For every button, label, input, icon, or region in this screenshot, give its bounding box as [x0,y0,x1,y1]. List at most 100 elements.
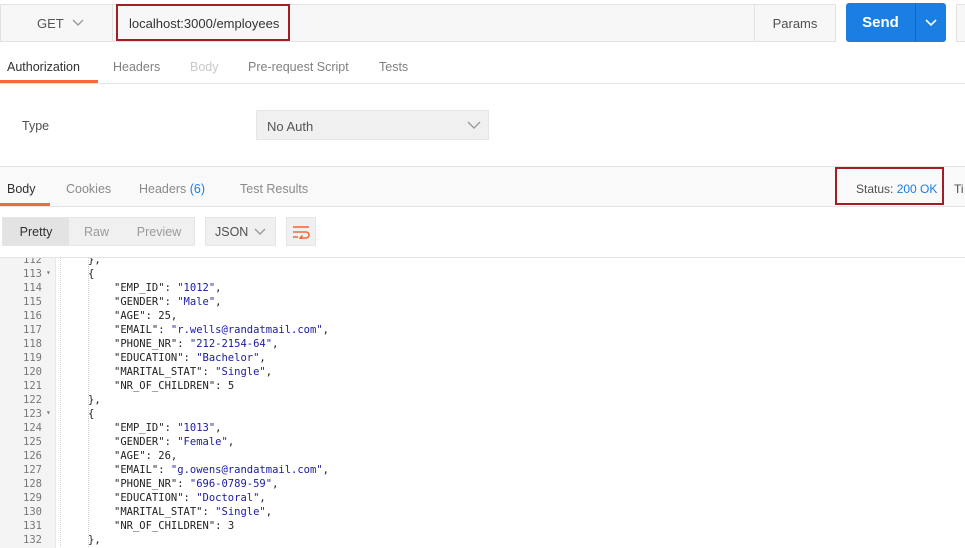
json-key: "EMAIL" [114,324,159,336]
format-value: JSON [215,225,249,239]
auth-type-value: No Auth [267,119,314,134]
tab-response-headers[interactable]: Headers (6) [139,182,205,196]
code-line: 117 "EMAIL": "r.wells@randatmail.com", [0,324,965,338]
code-text: "NR_OF_CHILDREN": 3 [114,520,234,532]
json-key: "EMP_ID" [114,282,165,294]
method-select[interactable]: GET [0,4,112,42]
json-key: "PHONE_NR" [114,338,178,350]
json-string: "r.wells@randatmail.com" [170,324,323,336]
code-text: }, [88,394,101,406]
json-punctuation: , [215,422,222,434]
code-line: 127 "EMAIL": "g.owens@randatmail.com", [0,464,965,478]
tab-test-results[interactable]: Test Results [240,182,308,196]
json-punctuation: }, [88,534,101,546]
json-punctuation: : [158,324,171,336]
code-text: "AGE": 26, [114,450,177,462]
save-button-edge[interactable] [956,4,965,42]
json-punctuation: : [183,352,197,364]
code-line: 124 "EMP_ID": "1013", [0,422,965,436]
code-text: "EDUCATION": "Bachelor", [114,352,266,364]
json-string: "212-2154-64" [189,338,273,350]
request-tabs: Authorization Headers Body Pre-request S… [0,48,965,84]
json-punctuation: , [265,506,273,518]
params-button[interactable]: Params [754,4,836,42]
json-punctuation: , [272,338,279,350]
fold-toggle-icon[interactable]: ▾ [46,408,51,417]
code-line: 132}, [0,534,965,548]
view-controls: Pretty Raw Preview JSON [0,207,965,257]
tab-tests[interactable]: Tests [379,60,408,74]
view-mode-pretty[interactable]: Pretty [3,218,69,245]
tab-cookies[interactable]: Cookies [66,182,111,196]
request-bar: GET localhost:3000/employees Params Send [0,0,965,48]
view-mode-preview[interactable]: Preview [124,218,194,245]
json-punctuation: , [322,464,329,476]
code-text: "MARITAL_STAT": "Single", [114,506,272,518]
json-key: "GENDER" [114,296,165,308]
json-key: "MARITAL_STAT" [114,506,203,518]
code-line: 129 "EDUCATION": "Doctoral", [0,492,965,506]
line-number: 126 [23,450,42,462]
line-number: 129 [23,492,42,504]
json-punctuation: : [202,506,216,518]
code-line: 123 ▾ { [0,408,965,422]
json-string: "Single" [215,366,266,378]
json-punctuation: : [164,422,178,434]
line-number: 130 [23,506,42,518]
status-highlight-box [835,167,944,205]
line-number: 122 [23,394,42,406]
wrap-lines-button[interactable] [286,217,316,246]
json-number: 5 [227,380,235,392]
json-punctuation: : [164,282,178,294]
send-dropdown-button[interactable] [915,3,946,42]
tab-pre-request-script[interactable]: Pre-request Script [248,60,349,74]
code-line: 130 "MARITAL_STAT": "Single", [0,506,965,520]
line-number: 113 [23,268,42,280]
send-button[interactable]: Send [846,3,915,42]
code-text: "GENDER": "Male", [114,296,222,308]
line-number: 116 [23,310,42,322]
code-text: "EDUCATION": "Doctoral", [114,492,266,504]
auth-type-select[interactable]: No Auth [256,110,489,140]
json-punctuation: : [215,520,228,532]
json-number: 26 [158,450,171,462]
line-number: 128 [23,478,42,490]
tab-headers[interactable]: Headers [113,60,160,74]
tab-response-body[interactable]: Body [7,182,36,196]
chevron-down-icon [925,18,937,26]
code-text: "PHONE_NR": "696-0789-59", [114,478,278,490]
json-key: "NR_OF_CHILDREN" [114,520,216,532]
code-line: 114 "EMP_ID": "1012", [0,282,965,296]
json-string: "Single" [215,506,266,518]
auth-panel: Type No Auth [0,85,965,165]
code-line: 128 "PHONE_NR": "696-0789-59", [0,478,965,492]
json-punctuation: , [272,478,279,490]
json-punctuation: , [259,492,266,504]
tab-body[interactable]: Body [190,60,219,74]
json-key: "GENDER" [114,436,165,448]
code-line: 122}, [0,394,965,408]
json-key: "AGE" [114,450,146,462]
code-line: 125 "GENDER": "Female", [0,436,965,450]
json-key: "NR_OF_CHILDREN" [114,380,216,392]
view-mode-raw[interactable]: Raw [69,218,124,245]
code-text: "EMP_ID": "1013", [114,422,222,434]
url-highlight-box [116,4,290,41]
json-punctuation: : [202,366,216,378]
active-response-tab-underline [0,203,50,206]
response-body-code[interactable]: 112}, 113 ▾{114 "EMP_ID": "1012", 115 "GENDER… [0,257,965,548]
format-select[interactable]: JSON [205,217,276,246]
headers-count-badge: (6) [189,182,206,196]
json-number: 3 [227,520,235,532]
line-number: 114 [23,282,42,294]
tab-authorization[interactable]: Authorization [7,60,80,74]
code-text: "NR_OF_CHILDREN": 5 [114,380,234,392]
line-number: 131 [23,520,42,532]
code-text: "EMP_ID": "1012", [114,282,222,294]
method-label: GET [37,15,64,31]
fold-toggle-icon[interactable]: ▾ [46,268,51,277]
json-key: "EDUCATION" [114,492,184,504]
code-text: { [88,268,94,280]
code-text: "EMAIL": "r.wells@randatmail.com", [114,324,329,336]
json-punctuation: , [170,310,178,322]
